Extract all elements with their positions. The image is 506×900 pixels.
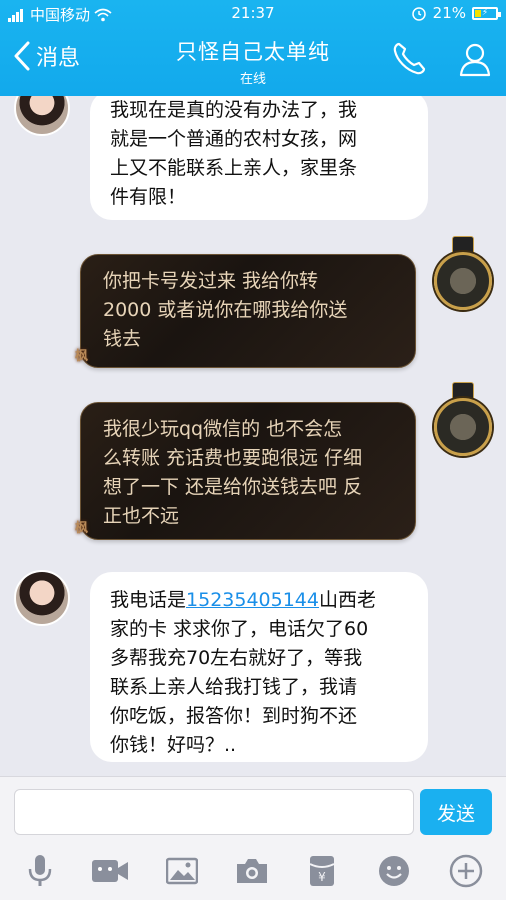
message-line: 家的卡 求求你了，电话欠了60 <box>110 618 369 640</box>
emoji-icon <box>379 856 409 886</box>
emoji-button[interactable] <box>374 851 414 891</box>
input-bar: 发送 ¥ <box>0 776 506 900</box>
message-line: 联系上亲人给我打钱了，我请 <box>110 676 358 698</box>
camera-icon <box>237 859 267 883</box>
message-bubble[interactable]: 我现在是真的没有办法了，我 就是一个普通的农村女孩，网 上又不能联系上亲人，家里… <box>90 96 428 220</box>
message-line: 你把卡号发过来 我给你转 <box>103 270 319 292</box>
header-bar: 中国移动 21:37 21% ⚡ 消息 只怪自己太单纯 在线 <box>0 0 506 96</box>
message-line: 正也不远 <box>103 505 180 527</box>
message-line: 2000 或者说你在哪我给你送 <box>103 299 348 321</box>
message-bubble[interactable]: 你把卡号发过来 我给你转 2000 或者说你在哪我给你送 钱去 枫 <box>75 254 416 368</box>
svg-text:¥: ¥ <box>318 870 326 884</box>
message-input[interactable] <box>14 789 414 835</box>
message-text: 我电话是 <box>110 589 187 611</box>
camera-button[interactable] <box>232 851 272 891</box>
microphone-icon <box>28 855 52 886</box>
voice-button[interactable] <box>20 851 60 891</box>
message-line: 你钱！好吗？.. <box>110 734 237 756</box>
image-icon <box>166 857 198 885</box>
message-bubble[interactable]: 我电话是15235405144山西老 家的卡 求求你了，电话欠了60 多帮我充7… <box>90 572 428 762</box>
message-text: 山西老 <box>319 589 377 611</box>
contact-avatar[interactable] <box>14 570 70 626</box>
message-line: 你吃饭，报答你！到时狗不还 <box>110 705 358 727</box>
red-packet-button[interactable]: ¥ <box>302 851 342 891</box>
message-bubble[interactable]: 我很少玩qq微信的 也不会怎 么转账 充话费也要跑很远 仔细 想了一下 还是给你… <box>75 402 416 540</box>
message-line: 就是一个普通的农村女孩，网 <box>110 128 358 150</box>
plus-icon <box>449 854 483 888</box>
message-line: 钱去 <box>103 328 142 350</box>
message-line: 我很少玩qq微信的 也不会怎 <box>103 418 343 440</box>
video-icon <box>92 860 128 882</box>
alarm-icon <box>411 7 426 21</box>
message-line: 想了一下 还是给你送钱去吧 反 <box>103 476 363 498</box>
chat-title: 只怪自己太单纯 <box>176 40 330 64</box>
message-line: 上又不能联系上亲人，家里条 <box>110 157 358 179</box>
phone-icon <box>393 42 426 75</box>
message-line: 多帮我充70左右就好了，等我 <box>110 647 363 669</box>
message-line: 我电话是15235405144山西老 <box>110 586 408 615</box>
bubble-decoration: 枫 <box>75 521 89 536</box>
battery-percent: 21% <box>432 4 466 22</box>
send-button[interactable]: 发送 <box>420 789 492 835</box>
contact-avatar[interactable] <box>14 96 70 136</box>
phone-number-link[interactable]: 15235405144 <box>186 589 319 611</box>
message-line: 么转账 充话费也要跑很远 仔细 <box>103 447 363 469</box>
red-packet-icon: ¥ <box>309 856 335 886</box>
chat-area[interactable]: 我现在是真的没有办法了，我 就是一个普通的农村女孩，网 上又不能联系上亲人，家里… <box>0 96 506 776</box>
image-button[interactable] <box>162 851 202 891</box>
more-button[interactable] <box>446 851 486 891</box>
toolbar: ¥ <box>0 851 506 895</box>
status-bar: 中国移动 21:37 21% ⚡ <box>0 0 506 28</box>
my-avatar[interactable] <box>434 252 492 310</box>
bubble-decoration: 枫 <box>75 349 89 364</box>
profile-icon <box>459 43 491 77</box>
message-line: 件有限！ <box>110 186 187 208</box>
phone-call-button[interactable] <box>390 40 428 82</box>
online-status: 在线 <box>239 72 266 87</box>
profile-button[interactable] <box>456 40 494 82</box>
my-avatar[interactable] <box>434 398 492 456</box>
battery-icon: ⚡ <box>472 6 501 20</box>
message-line: 我现在是真的没有办法了，我 <box>110 99 358 121</box>
video-button[interactable] <box>90 851 130 891</box>
